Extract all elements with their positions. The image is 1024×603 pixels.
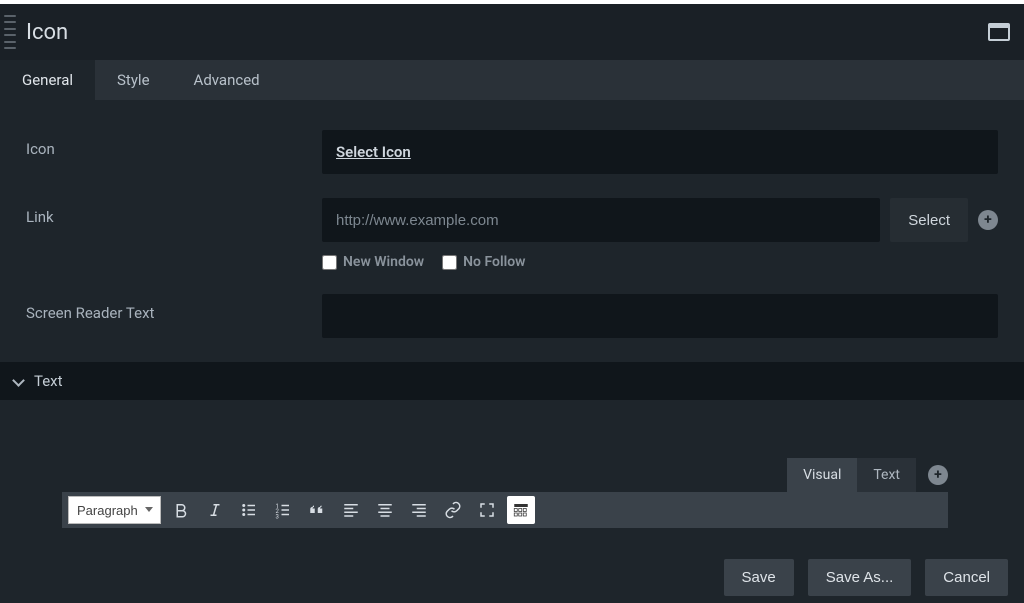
- link-input[interactable]: [322, 198, 880, 242]
- no-follow-input[interactable]: [442, 255, 457, 270]
- label-link: Link: [26, 198, 322, 226]
- section-text-header[interactable]: Text: [0, 362, 1024, 400]
- add-link-icon[interactable]: +: [978, 210, 998, 230]
- fullscreen-icon[interactable]: [473, 496, 501, 524]
- new-window-checkbox[interactable]: New Window: [322, 254, 424, 270]
- save-button[interactable]: Save: [724, 559, 794, 596]
- no-follow-checkbox[interactable]: No Follow: [442, 254, 525, 270]
- dialog-footer: Save Save As... Cancel: [724, 557, 1024, 603]
- editor-tab-visual[interactable]: Visual: [787, 458, 857, 492]
- screen-reader-input[interactable]: [322, 294, 998, 338]
- tab-general[interactable]: General: [0, 60, 95, 100]
- save-as-button[interactable]: Save As...: [808, 559, 912, 596]
- main-tabs: General Style Advanced: [0, 60, 1024, 100]
- svg-text:3: 3: [276, 513, 279, 519]
- select-icon-text: Select Icon: [336, 143, 411, 161]
- align-center-icon[interactable]: [371, 496, 399, 524]
- editor-tab-text[interactable]: Text: [857, 458, 916, 492]
- bullet-list-icon[interactable]: [235, 496, 263, 524]
- number-list-icon[interactable]: 123: [269, 496, 297, 524]
- new-window-input[interactable]: [322, 255, 337, 270]
- align-left-icon[interactable]: [337, 496, 365, 524]
- no-follow-label: No Follow: [463, 254, 525, 270]
- tab-style[interactable]: Style: [95, 60, 172, 100]
- tab-advanced[interactable]: Advanced: [172, 60, 282, 100]
- responsive-toggle-icon[interactable]: [988, 23, 1010, 41]
- chevron-down-icon: [12, 375, 24, 387]
- dialog-title: Icon: [26, 20, 988, 45]
- format-select-wrap[interactable]: Paragraph: [68, 496, 161, 524]
- row-icon: Icon Select Icon: [26, 130, 998, 174]
- text-editor: Visual Text + Paragraph 123: [26, 458, 998, 528]
- blockquote-icon[interactable]: [303, 496, 331, 524]
- align-right-icon[interactable]: [405, 496, 433, 524]
- dialog-header: Icon: [0, 4, 1024, 60]
- panel-body: Icon Select Icon Link Select + New Windo…: [0, 100, 1024, 548]
- link-options: New Window No Follow: [322, 254, 998, 270]
- row-screen-reader: Screen Reader Text: [26, 294, 998, 338]
- bold-icon[interactable]: [167, 496, 195, 524]
- link-icon[interactable]: [439, 496, 467, 524]
- select-icon-button[interactable]: Select Icon: [322, 130, 998, 174]
- editor-toolbar: Paragraph 123: [62, 492, 948, 528]
- drag-handle-icon[interactable]: [4, 15, 16, 49]
- editor-add-icon[interactable]: +: [928, 465, 948, 485]
- new-window-label: New Window: [343, 254, 424, 270]
- format-select[interactable]: Paragraph: [68, 496, 161, 524]
- section-text-label: Text: [34, 372, 63, 390]
- label-icon: Icon: [26, 130, 322, 158]
- editor-tabs: Visual Text +: [26, 458, 998, 492]
- label-screen-reader: Screen Reader Text: [26, 294, 322, 322]
- cancel-button[interactable]: Cancel: [925, 559, 1008, 596]
- link-select-button[interactable]: Select: [890, 198, 968, 242]
- toolbar-toggle-icon[interactable]: [507, 496, 535, 524]
- row-link: Link Select + New Window No Follow: [26, 198, 998, 270]
- italic-icon[interactable]: [201, 496, 229, 524]
